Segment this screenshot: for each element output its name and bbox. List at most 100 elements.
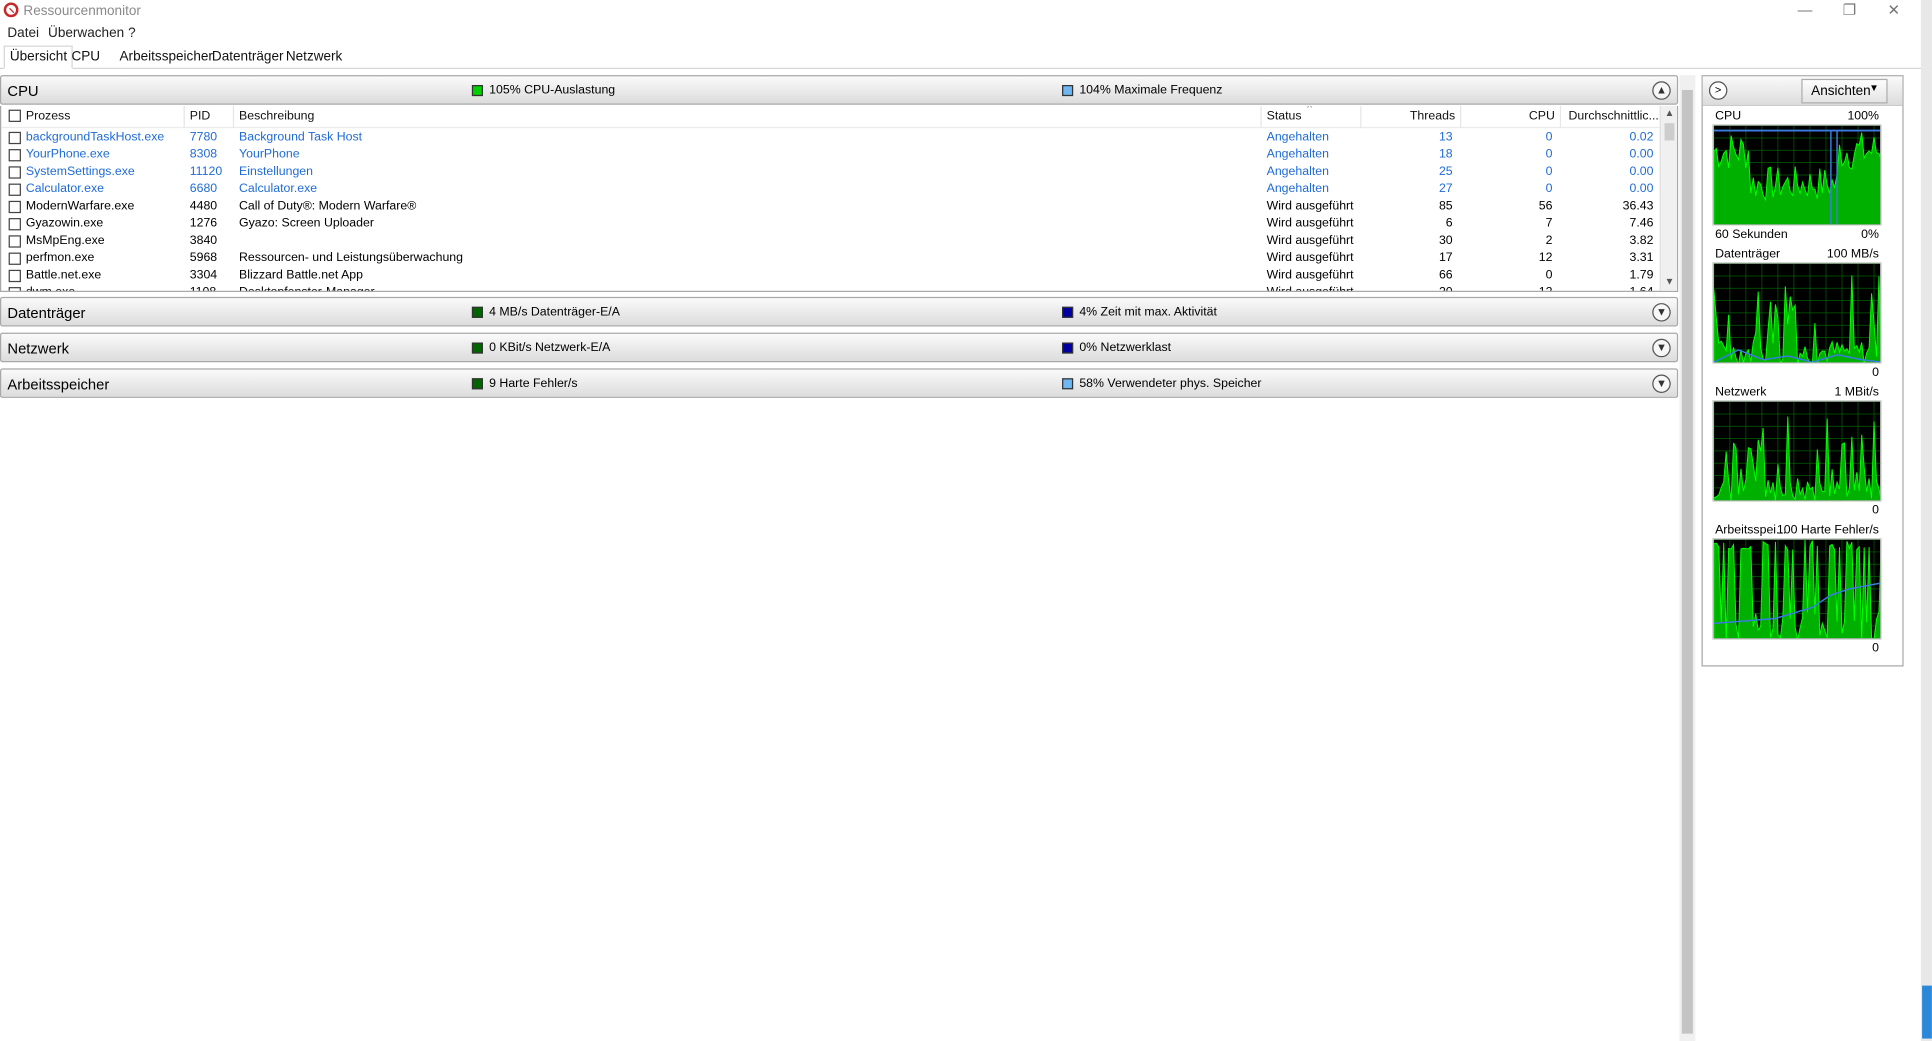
- disk-graph-min: 0: [1872, 365, 1879, 380]
- row-checkbox[interactable]: [8, 252, 21, 265]
- row-checkbox[interactable]: [8, 235, 21, 248]
- disk-activity-text: 4% Zeit mit max. Aktivität: [1079, 305, 1217, 320]
- process-status: Angehalten: [1266, 182, 1329, 196]
- graph-plot: [1713, 539, 1881, 639]
- process-cpu: 0: [1545, 165, 1553, 179]
- minimize-icon[interactable]: —: [1782, 0, 1829, 22]
- cpu-frequency-text: 104% Maximale Frequenz: [1079, 83, 1223, 98]
- memory-panel-title: Arbeitsspeicher: [7, 375, 110, 394]
- cpu-graph-timespan: 60 Sekunden: [1715, 227, 1788, 242]
- select-all-checkbox[interactable]: [8, 109, 21, 122]
- menu-datei[interactable]: Datei: [7, 26, 39, 41]
- table-row[interactable]: Battle.net.exe 3304 Blizzard Battle.net Ap…: [1, 267, 1661, 284]
- menu-bar: Datei Überwachen ?: [0, 23, 1932, 43]
- row-checkbox[interactable]: [8, 183, 21, 196]
- col-threads[interactable]: Threads: [1366, 110, 1455, 124]
- process-status: Wird ausgeführt: [1266, 268, 1354, 283]
- tab-uebersicht[interactable]: Übersicht: [3, 45, 74, 69]
- row-checkbox[interactable]: [8, 149, 21, 162]
- tab-netzwerk[interactable]: Netzwerk: [281, 47, 347, 69]
- process-threads: 18: [1438, 147, 1453, 162]
- tab-cpu[interactable]: CPU: [67, 47, 105, 69]
- graph-plot: [1713, 125, 1881, 225]
- desktop-scroll-thumb[interactable]: [1922, 985, 1932, 1039]
- network-panel-header[interactable]: Netzwerk 0 KBit/s Netzwerk-E/A 0% Netzwe…: [0, 332, 1679, 363]
- sort-arrow-icon: ^: [1307, 105, 1312, 114]
- process-cpu: 56: [1538, 199, 1553, 214]
- chevron-down-icon[interactable]: ▼: [1652, 303, 1671, 322]
- col-pid[interactable]: PID: [190, 110, 211, 124]
- restore-icon[interactable]: ❐: [1826, 0, 1873, 22]
- chevron-up-icon[interactable]: ▲: [1652, 81, 1671, 100]
- row-checkbox[interactable]: [8, 131, 21, 145]
- table-row[interactable]: dwm.exe 1108 Desktopfenster-Manager Wird au…: [1, 285, 1661, 291]
- disk-panel-header[interactable]: Datenträger 4 MB/s Datenträger-E/A 4% Ze…: [0, 296, 1679, 327]
- table-row[interactable]: ModernWarfare.exe 4480 Call of Duty®: Mode…: [1, 198, 1661, 215]
- process-name: perfmon.exe: [25, 251, 95, 265]
- tab-arbeitsspeicher[interactable]: Arbeitsspeicher: [115, 47, 218, 69]
- main-scrollbar[interactable]: [1679, 75, 1696, 1041]
- cpu-graph-canvas: [1712, 124, 1882, 226]
- process-average-cpu: 7.46: [1629, 216, 1654, 231]
- process-cpu: 12: [1466, 286, 1553, 291]
- col-cpu[interactable]: CPU: [1466, 110, 1555, 124]
- process-name: Battle.net.exe: [25, 268, 102, 283]
- scroll-up-icon[interactable]: ▲: [1665, 107, 1675, 118]
- process-cpu: 12: [1538, 251, 1553, 265]
- memory-panel-header[interactable]: Arbeitsspeicher 9 Harte Fehler/s 58% Ver…: [0, 368, 1679, 398]
- cpu-panel-header[interactable]: CPU 105% CPU-Auslastung 104% Maximale Fr…: [0, 75, 1679, 105]
- process-status: Wird ausgeführt: [1266, 251, 1354, 265]
- tab-datentraeger[interactable]: Datenträger: [207, 47, 288, 69]
- row-checkbox[interactable]: [8, 218, 21, 231]
- app-icon: [3, 2, 19, 18]
- row-checkbox[interactable]: [8, 166, 21, 179]
- process-pid: 5968: [189, 251, 218, 265]
- process-description: Blizzard Battle.net App: [239, 268, 364, 283]
- process-threads: 6: [1445, 216, 1453, 231]
- table-row[interactable]: Gyazowin.exe 1276 Gyazo: Screen Uploader Wi…: [1, 216, 1661, 233]
- network-io-text: 0 KBit/s Netzwerk-E/A: [489, 341, 611, 355]
- row-checkbox[interactable]: [8, 269, 21, 283]
- process-name: backgroundTaskHost.exe: [25, 130, 165, 145]
- process-name: Calculator.exe: [25, 182, 104, 196]
- process-average-cpu: 3.31: [1629, 251, 1654, 265]
- row-checkbox[interactable]: [8, 200, 21, 214]
- col-status[interactable]: Status: [1267, 110, 1302, 124]
- table-scrollbar[interactable]: ▲ ▼: [1659, 105, 1677, 291]
- col-process[interactable]: Prozess: [26, 110, 71, 124]
- menu-help[interactable]: ?: [128, 26, 136, 41]
- close-icon[interactable]: ✕: [1870, 0, 1917, 22]
- memory-graph-canvas: [1712, 538, 1882, 640]
- hard-faults-legend-icon: [471, 378, 483, 390]
- table-row[interactable]: SystemSettings.exe 11120 Einstellungen Ange…: [1, 164, 1661, 181]
- process-average-cpu: 0.02: [1629, 130, 1654, 145]
- menu-ueberwachen[interactable]: Überwachen: [48, 26, 124, 41]
- resource-monitor-window: Ressourcenmonitor — ❐ ✕ Datei Überwachen…: [0, 0, 1932, 1041]
- views-dropdown-icon[interactable]: ▼: [1869, 83, 1881, 94]
- process-pid: 4480: [189, 199, 218, 214]
- process-cpu: 0: [1545, 268, 1553, 283]
- process-threads: 27: [1438, 182, 1453, 196]
- desktop-scrollbar[interactable]: [1920, 0, 1932, 1041]
- process-status: Angehalten: [1266, 147, 1329, 162]
- table-row[interactable]: backgroundTaskHost.exe 7780 Background Tas…: [1, 129, 1661, 146]
- main-scroll-thumb[interactable]: [1681, 89, 1693, 1034]
- chevron-down-icon[interactable]: ▼: [1652, 374, 1671, 394]
- chevron-down-icon[interactable]: ▼: [1652, 338, 1671, 358]
- process-average-cpu: 1.64: [1568, 286, 1653, 291]
- row-checkbox[interactable]: [8, 287, 21, 291]
- table-row[interactable]: Calculator.exe 6680 Calculator.exe Angehalt…: [1, 181, 1661, 198]
- process-description: Background Task Host: [239, 130, 363, 145]
- chevron-right-icon[interactable]: >: [1708, 81, 1728, 100]
- table-scroll-thumb[interactable]: [1664, 123, 1675, 141]
- table-row[interactable]: perfmon.exe 5968 Ressourcen- und Leistungs…: [1, 250, 1661, 267]
- process-pid: 3840: [189, 234, 218, 248]
- scroll-down-icon[interactable]: ▼: [1665, 276, 1675, 287]
- process-name: SystemSettings.exe: [25, 165, 135, 179]
- disk-graph-title: Datenträger: [1715, 247, 1781, 262]
- table-row[interactable]: YourPhone.exe 8308 YourPhone Angehalten 18 0 0…: [1, 147, 1661, 164]
- table-row[interactable]: MsMpEng.exe 3840 Wird ausgeführt 30 2 3.82: [1, 233, 1661, 250]
- col-average[interactable]: Durchschnittlic...: [1568, 110, 1658, 124]
- col-description[interactable]: Beschreibung: [239, 110, 314, 124]
- window-title: Ressourcenmonitor: [23, 3, 141, 19]
